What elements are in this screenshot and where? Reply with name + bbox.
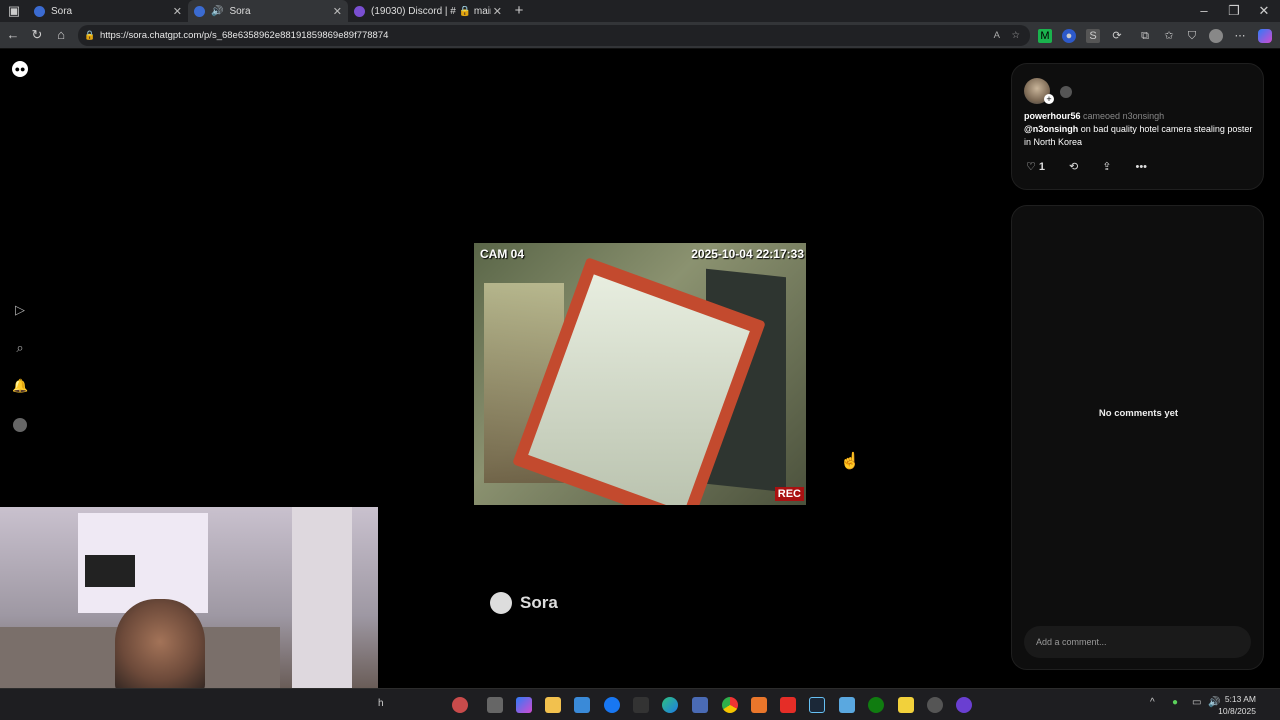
task-view-icon[interactable] [487, 697, 503, 713]
file-explorer-icon[interactable] [545, 697, 561, 713]
close-tab-icon[interactable]: ✕ [493, 5, 502, 18]
extension-green-icon[interactable]: M [1038, 29, 1052, 43]
webcam-tv [85, 555, 135, 587]
post-description: powerhour56 cameoed n3onsingh @n3onsingh… [1024, 110, 1254, 149]
tab-discord[interactable]: (19030) Discord | # 🔒 main | EB I... ✕ [348, 0, 508, 22]
cameo-action: cameoed [1083, 111, 1121, 121]
remix-icon[interactable]: ⟲ [1069, 160, 1078, 173]
url-field[interactable]: 🔒 https://sora.chatgpt.com/p/s_68e635896… [78, 25, 1030, 46]
tray-chevron-icon[interactable]: ^ [1150, 697, 1155, 708]
share-icon[interactable]: ⇪ [1102, 160, 1111, 173]
sora-favicon-icon [34, 5, 45, 17]
profile-avatar-icon[interactable] [1209, 29, 1223, 43]
edge-icon[interactable] [662, 697, 678, 713]
webcam-overlay [0, 507, 378, 688]
sora-favicon-icon [194, 5, 205, 17]
copilot-icon[interactable] [1258, 29, 1272, 43]
chrome-icon[interactable] [722, 697, 738, 713]
tab-sora-1[interactable]: Sora ✕ [28, 0, 188, 22]
sora-watermark: Sora [490, 592, 558, 614]
add-follow-icon[interactable]: + [1044, 94, 1054, 104]
comments-panel: No comments yet [1011, 205, 1264, 670]
tab-actions-icon[interactable]: ▣ [6, 3, 22, 19]
no-comments-text: No comments yet [1098, 408, 1179, 419]
extension-s-icon[interactable]: S [1086, 29, 1100, 43]
xbox-icon[interactable] [868, 697, 884, 713]
clock-time: 5:13 AM [1224, 694, 1256, 704]
tab-title: Sora [229, 5, 251, 17]
minimize-icon[interactable]: – [1196, 3, 1212, 18]
extension-blue-icon[interactable]: ● [1062, 29, 1076, 43]
extension-refresh-icon[interactable]: ⟳ [1110, 29, 1124, 43]
new-tab-button[interactable]: + [511, 2, 527, 19]
mention-link[interactable]: @n3onsingh [1024, 124, 1078, 134]
close-tab-icon[interactable]: ✕ [333, 5, 342, 18]
restore-icon[interactable]: ❐ [1226, 3, 1242, 19]
url-text: https://sora.chatgpt.com/p/s_68e6358962e… [100, 30, 389, 41]
close-window-icon[interactable]: ✕ [1256, 3, 1272, 19]
facebook-icon[interactable] [604, 697, 620, 713]
post-info-card: + powerhour56 cameoed n3onsingh @n3onsin… [1011, 63, 1264, 190]
author-name[interactable]: powerhour56 [1024, 111, 1081, 121]
video-player[interactable]: CAM 04 2025-10-04 22:17:33 REC [474, 243, 806, 505]
back-icon[interactable]: ← [5, 27, 21, 42]
favorites-icon[interactable]: ✩ [1162, 29, 1176, 43]
amazon-icon[interactable] [633, 697, 649, 713]
rec-badge: REC [774, 487, 804, 501]
more-menu-icon[interactable]: ⋯ [1233, 29, 1247, 43]
read-aloud-icon[interactable]: A [994, 25, 1000, 46]
split-screen-icon[interactable]: ⧉ [1138, 29, 1152, 43]
webcam-person [115, 599, 205, 688]
sora-watermark-label: Sora [520, 593, 558, 612]
sticky-notes-icon[interactable] [898, 697, 914, 713]
cameo-user[interactable]: n3onsingh [1123, 111, 1165, 121]
cam-label: CAM 04 [480, 247, 525, 261]
taskbar-search-fragment[interactable]: h [378, 698, 384, 709]
mic-icon[interactable]: ● [1172, 697, 1178, 708]
calculator-icon[interactable] [692, 697, 708, 713]
taskbar-clock[interactable]: 5:13 AM 10/8/2025 [1218, 693, 1256, 717]
browser-tab-bar: ▣ Sora ✕ 🔊 Sora ✕ (19030) Discord | # 🔒 … [0, 0, 1280, 22]
cameo-avatar[interactable] [1060, 86, 1072, 98]
tab-title: Sora [51, 5, 73, 17]
sora-logo-icon [490, 592, 512, 614]
windows-taskbar: h ^ ● ▭ 🔊 5:13 AM 10/8/2025 [0, 688, 1280, 720]
refresh-icon[interactable]: ↻ [29, 27, 45, 43]
network-icon[interactable]: ▭ [1192, 697, 1201, 708]
shield-icon[interactable]: ⛉ [1185, 29, 1199, 43]
close-tab-icon[interactable]: ✕ [173, 5, 182, 18]
dragon-app-icon[interactable] [452, 697, 468, 713]
notifications-bell-icon[interactable]: 🔔 [12, 378, 28, 394]
sora-logo-icon[interactable]: ●● [12, 61, 28, 77]
copilot-taskbar-icon[interactable] [516, 697, 532, 713]
circle-app-icon[interactable] [956, 697, 972, 713]
user-avatar-icon[interactable] [13, 418, 27, 432]
game-app-icon[interactable] [839, 697, 855, 713]
like-count: 1 [1038, 161, 1046, 173]
comment-input[interactable] [1024, 626, 1251, 658]
clock-date: 10/8/2025 [1218, 706, 1256, 716]
discord-favicon-icon [354, 5, 365, 17]
search-icon[interactable]: ⌕ [12, 340, 28, 356]
webcam-door [292, 507, 352, 688]
youtube-icon[interactable] [780, 697, 796, 713]
video-feed-icon[interactable]: ▷ [12, 302, 28, 318]
lock-icon: 🔒 [84, 30, 96, 40]
office-icon[interactable] [751, 697, 767, 713]
tab-sora-2[interactable]: 🔊 Sora ✕ [188, 0, 348, 22]
post-actions: ♡ 1 ⟲ ⇪ ••• [1026, 160, 1171, 174]
more-options-icon[interactable]: ••• [1135, 161, 1147, 173]
cam-timestamp: 2025-10-04 22:17:33 [691, 247, 804, 261]
store-icon[interactable] [574, 697, 590, 713]
like-button[interactable]: ♡ 1 [1026, 160, 1045, 173]
speaker-icon[interactable]: 🔊 [211, 6, 223, 17]
tab-title: (19030) Discord | # 🔒 main | EB I... [371, 5, 491, 17]
hand-cursor-icon: ☝ [840, 453, 860, 470]
favorite-star-icon[interactable]: ☆ [1011, 25, 1020, 46]
steam-icon[interactable] [809, 697, 825, 713]
obs-icon[interactable] [927, 697, 943, 713]
home-icon[interactable]: ⌂ [53, 27, 69, 42]
